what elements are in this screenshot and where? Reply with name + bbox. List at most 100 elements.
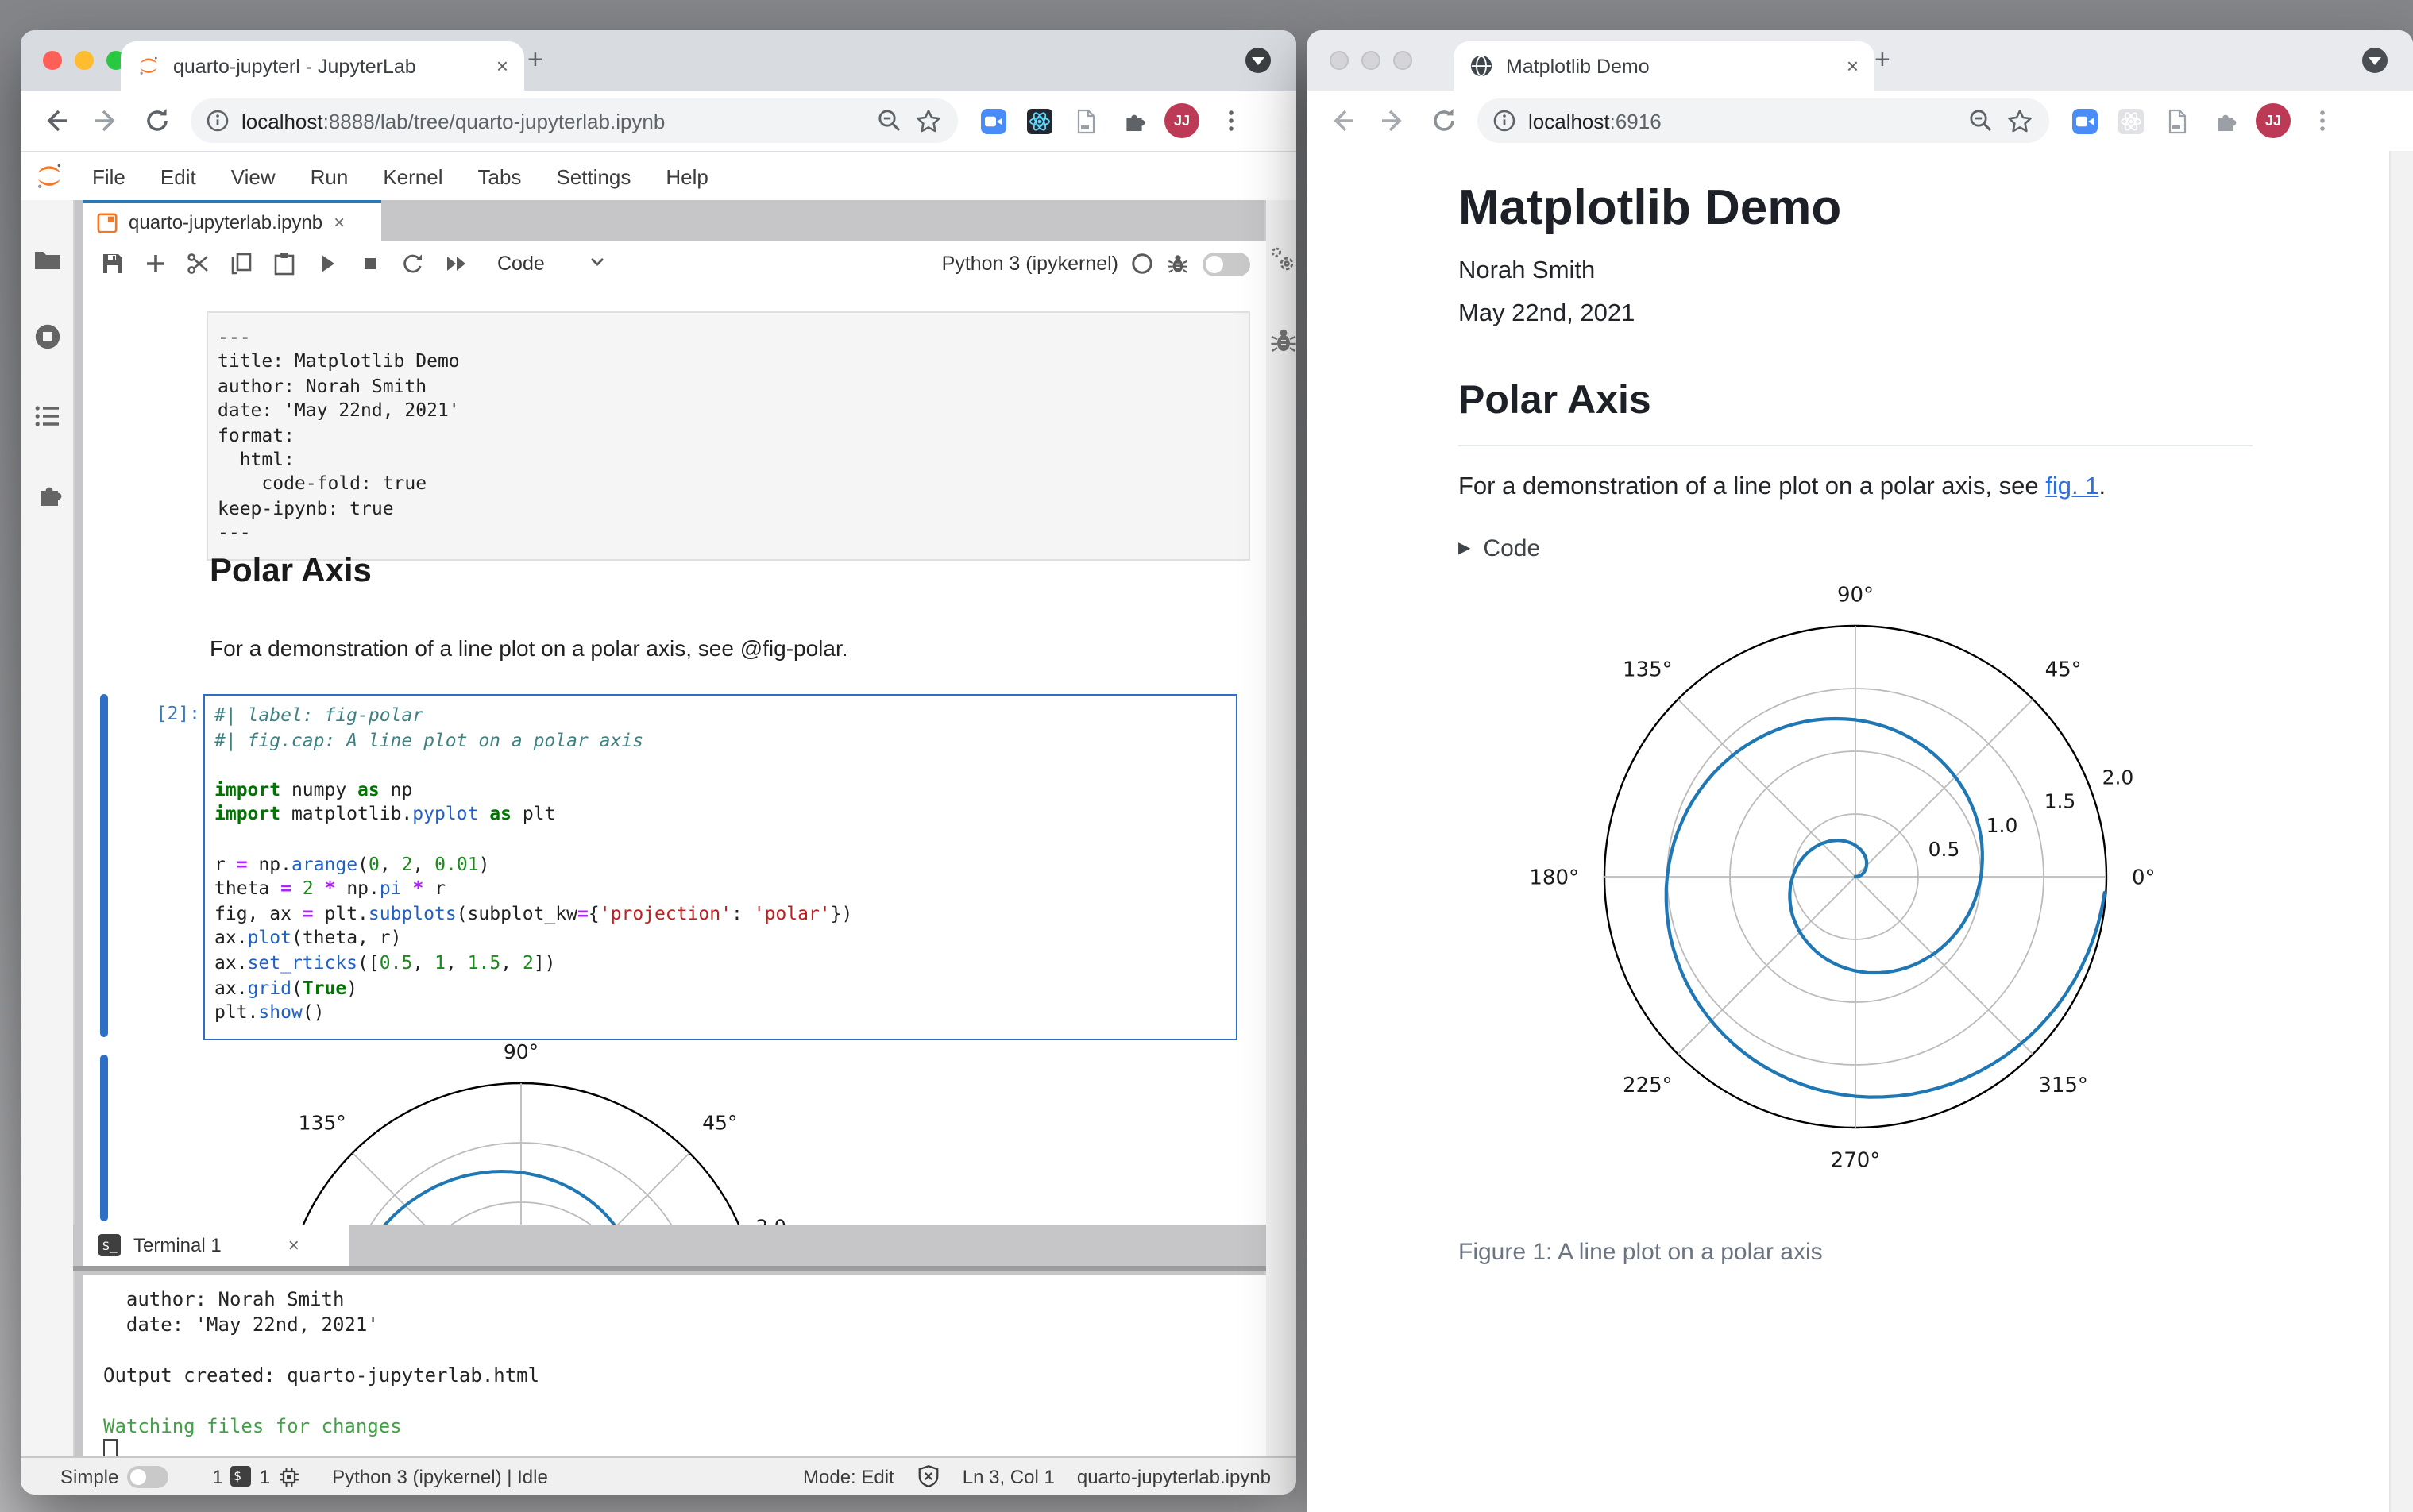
- extensions-puzzle-icon[interactable]: [1118, 107, 1145, 134]
- extensions-puzzle-icon[interactable]: [2210, 107, 2237, 134]
- back-button[interactable]: [1326, 105, 1358, 137]
- toggle-knob: [129, 1468, 146, 1484]
- address-bar[interactable]: localhost:6916: [1477, 98, 2049, 143]
- window-controls: [1330, 51, 1412, 70]
- debugger-toggle[interactable]: [1203, 252, 1250, 276]
- cell-type-dropdown[interactable]: Code: [497, 253, 545, 275]
- notebook-scroll-area[interactable]: --- title: Matplotlib Demo author: Norah S…: [83, 286, 1266, 1229]
- restart-run-all-button[interactable]: [443, 251, 469, 276]
- menu-kernel[interactable]: Kernel: [365, 164, 460, 188]
- site-info-icon[interactable]: [1493, 110, 1515, 132]
- code-lines[interactable]: #| label: fig-polar #| fig.cap: A line pl…: [203, 694, 1237, 1040]
- file-browser-icon[interactable]: [32, 245, 64, 276]
- paste-cells-button[interactable]: [272, 251, 297, 276]
- new-tab-button[interactable]: +: [1874, 46, 1890, 73]
- right-tab-strip: Matplotlib Demo × +: [1307, 30, 2413, 91]
- terminal-tab[interactable]: $_ Terminal 1 ×: [83, 1225, 349, 1266]
- tab-close-icon[interactable]: ×: [1847, 54, 1859, 78]
- forward-button[interactable]: [91, 105, 122, 137]
- menu-file[interactable]: File: [75, 164, 143, 188]
- tab-close-icon[interactable]: ×: [496, 54, 508, 78]
- bookmark-star-icon[interactable]: [2006, 107, 2033, 134]
- running-sessions-status[interactable]: 1 $_ 1: [212, 1465, 300, 1487]
- page-date: May 22nd, 2021: [1458, 300, 1635, 327]
- terminal-tab-close-icon[interactable]: ×: [288, 1234, 299, 1256]
- extension-manager-icon[interactable]: [32, 480, 64, 511]
- kernel-count: 1: [259, 1465, 271, 1487]
- react-devtools-extension-icon[interactable]: [1026, 107, 1053, 134]
- copy-cells-button[interactable]: [229, 251, 254, 276]
- kernel-status-text[interactable]: Python 3 (ipykernel) | Idle: [332, 1465, 548, 1487]
- input-collapser[interactable]: [100, 694, 108, 1037]
- bookmark-star-icon[interactable]: [915, 107, 942, 134]
- react-devtools-extension-icon[interactable]: [2118, 107, 2145, 134]
- menu-edit[interactable]: Edit: [143, 164, 214, 188]
- terminal-lines[interactable]: author: Norah Smith date: 'May 22nd, 202…: [83, 1275, 1266, 1463]
- simple-mode-toggle[interactable]: [126, 1465, 168, 1487]
- minimize-window-button[interactable]: [1361, 51, 1380, 70]
- menu-tabs[interactable]: Tabs: [461, 164, 539, 188]
- address-bar[interactable]: localhost:8888/lab/tree/quarto-jupyterla…: [191, 98, 958, 143]
- minimize-window-button[interactable]: [75, 51, 94, 70]
- document-extension-icon[interactable]: [2164, 107, 2191, 134]
- simple-mode-control[interactable]: Simple: [60, 1465, 168, 1487]
- zoom-app-extension-icon[interactable]: [2071, 107, 2098, 134]
- zoom-level-icon[interactable]: [877, 108, 902, 133]
- profile-avatar[interactable]: JJ: [1164, 103, 1199, 138]
- output-collapser[interactable]: [100, 1055, 108, 1221]
- close-window-button[interactable]: [1330, 51, 1349, 70]
- browser-tab-jupyterlab[interactable]: quarto-jupyterl - JupyterLab ×: [121, 41, 524, 91]
- forward-button[interactable]: [1377, 105, 1409, 137]
- menu-help[interactable]: Help: [648, 164, 726, 188]
- figure-link[interactable]: fig. 1: [2045, 473, 2098, 500]
- browser-tab-matplotlib-demo[interactable]: Matplotlib Demo ×: [1454, 41, 1874, 91]
- menu-run[interactable]: Run: [293, 164, 366, 188]
- scrollbar-gutter[interactable]: [2389, 151, 2413, 1512]
- zoom-app-extension-icon[interactable]: [980, 107, 1007, 134]
- editor-mode-status[interactable]: Mode: Edit: [803, 1465, 894, 1487]
- add-cell-button[interactable]: [143, 251, 168, 276]
- running-kernels-icon[interactable]: [32, 321, 64, 353]
- zoom-level-icon[interactable]: [1968, 108, 1994, 133]
- url-text[interactable]: localhost:8888/lab/tree/quarto-jupyterla…: [241, 109, 665, 133]
- run-cell-button[interactable]: [315, 251, 340, 276]
- right-browser-window: Matplotlib Demo × + localhost:6916 JJ Ma…: [1307, 30, 2413, 1512]
- cell-type-caret-icon[interactable]: [589, 255, 605, 272]
- restart-kernel-button[interactable]: [400, 251, 426, 276]
- profile-avatar[interactable]: JJ: [2256, 103, 2291, 138]
- browser-menu-icon[interactable]: [2310, 108, 2335, 133]
- close-window-button[interactable]: [43, 51, 62, 70]
- save-button[interactable]: [100, 251, 125, 276]
- body-paragraph: For a demonstration of a line plot on a …: [1458, 473, 2253, 502]
- document-extension-icon[interactable]: [1072, 107, 1099, 134]
- site-info-icon[interactable]: [207, 110, 229, 132]
- cut-cells-button[interactable]: [186, 251, 211, 276]
- notebook-tab-close-icon[interactable]: ×: [334, 211, 345, 233]
- toolbar-bug-icon[interactable]: [1166, 252, 1190, 276]
- tab-search-menu-button[interactable]: [1245, 48, 1271, 73]
- debugger-bug-icon[interactable]: [1268, 326, 1299, 357]
- yaml-cell-lines[interactable]: --- title: Matplotlib Demo author: Norah S…: [207, 311, 1250, 561]
- url-path: :8888/lab/tree/quarto-jupyterlab.ipynb: [322, 109, 666, 133]
- zoom-window-button[interactable]: [1393, 51, 1412, 70]
- reload-button[interactable]: [141, 105, 173, 137]
- interrupt-kernel-button[interactable]: [357, 251, 383, 276]
- tab-search-menu-button[interactable]: [2362, 48, 2388, 73]
- back-button[interactable]: [40, 105, 71, 137]
- table-of-contents-icon[interactable]: [32, 400, 64, 432]
- notebook-file-icon: [97, 212, 118, 233]
- new-tab-button[interactable]: +: [527, 46, 543, 73]
- kernel-name-button[interactable]: Python 3 (ipykernel): [942, 253, 1118, 275]
- url-text[interactable]: localhost:6916: [1528, 109, 1662, 133]
- property-inspector-gears-icon[interactable]: [1268, 245, 1299, 276]
- code-fold-summary[interactable]: ▶ Code: [1458, 535, 2253, 562]
- cursor-position-status[interactable]: Ln 3, Col 1: [963, 1465, 1055, 1487]
- svg-text:0.5: 0.5: [1928, 838, 1960, 861]
- menu-view[interactable]: View: [214, 164, 293, 188]
- notebook-tab[interactable]: quarto-jupyterlab.ipynb ×: [83, 200, 381, 241]
- reload-button[interactable]: [1428, 105, 1460, 137]
- menu-settings[interactable]: Settings: [539, 164, 648, 188]
- terminal-tab-bar: $_ Terminal 1 ×: [73, 1225, 1266, 1271]
- browser-menu-icon[interactable]: [1218, 108, 1244, 133]
- left-browser-toolbar: localhost:8888/lab/tree/quarto-jupyterla…: [21, 91, 1296, 152]
